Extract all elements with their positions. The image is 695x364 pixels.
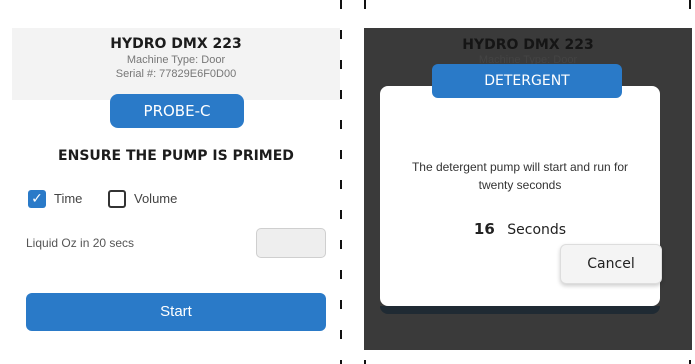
dialog-title: DETERGENT (432, 64, 622, 98)
machine-name-dimmed: HYDRO DMX 223 (462, 37, 594, 53)
machine-type: Machine Type: Door (126, 54, 226, 66)
right-screen: HYDRO DMX 223 Machine Type: Door The det… (364, 28, 692, 350)
volume-checkbox[interactable] (108, 190, 126, 208)
liquid-label: Liquid Oz in 20 secs (26, 236, 135, 250)
left-screen: HYDRO DMX 223 Machine Type: Door Serial … (12, 0, 340, 364)
machine-name: HYDRO DMX 223 (110, 36, 242, 52)
countdown: 16 Seconds (380, 220, 660, 238)
instruction-text: ENSURE THE PUMP IS PRIMED (58, 148, 294, 164)
machine-header: HYDRO DMX 223 Machine Type: Door Serial … (12, 28, 340, 100)
time-label: Time (54, 191, 83, 206)
checkbox-checked-icon: ✓ (31, 191, 43, 207)
time-checkbox[interactable]: ✓ (28, 190, 46, 208)
liquid-input[interactable] (256, 228, 326, 258)
dialog-shadow-bar (380, 306, 660, 314)
cancel-button[interactable]: Cancel (560, 244, 662, 284)
countdown-value: 16 (473, 220, 495, 238)
dialog-message: The detergent pump will start and run fo… (411, 160, 629, 192)
divider-middle-left (340, 0, 342, 364)
volume-label: Volume (134, 191, 178, 206)
serial-number: Serial #: 77829E6F0D00 (115, 68, 237, 80)
countdown-unit: Seconds (507, 222, 567, 238)
start-button[interactable]: Start (26, 293, 326, 331)
probe-button[interactable]: PROBE-C (110, 94, 244, 128)
